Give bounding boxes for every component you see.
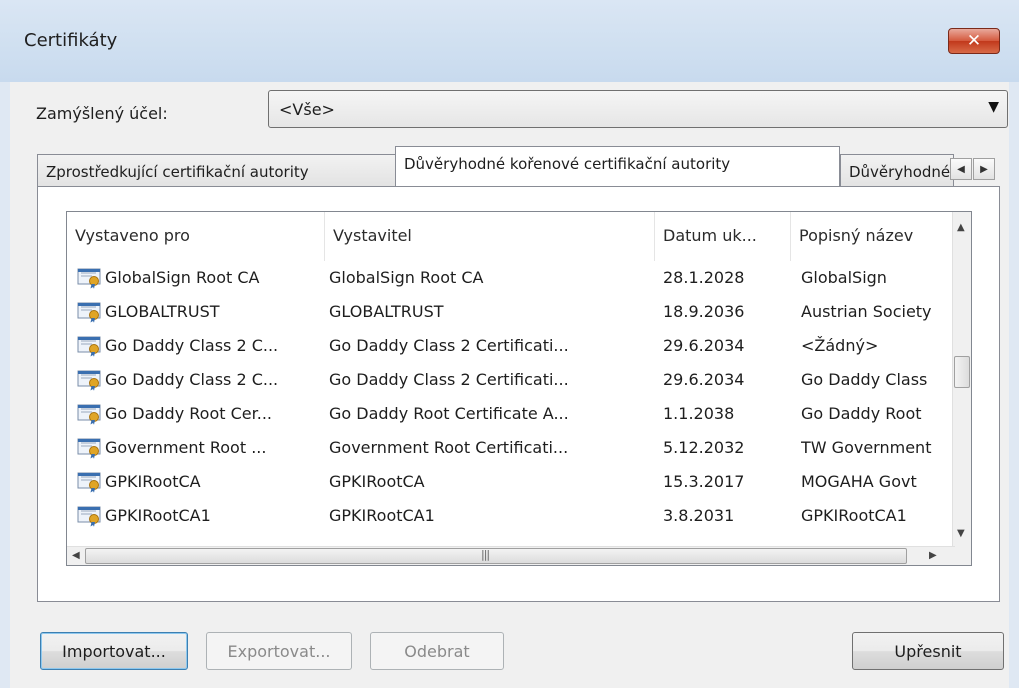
tab-label: Důvěryhodné kořenové certifikační autori…: [404, 155, 731, 173]
tab-intermediate-ca[interactable]: Zprostředkující certifikační autority: [37, 154, 397, 186]
cell-expiration: 18.9.2036: [663, 302, 745, 321]
cell-expiration: 5.12.2032: [663, 438, 745, 457]
table-row[interactable]: GPKIRootCA GPKIRootCA 15.3.2017 MOGAHA G…: [67, 465, 955, 499]
cell-friendly-name: <Žádný>: [801, 336, 879, 355]
dialog-client-area: Zamýšlený účel: <Vše> ▼ Zprostředkující …: [10, 82, 1009, 688]
tab-trusted-publishers[interactable]: Důvěryhodné: [840, 154, 954, 186]
certificate-icon: [77, 302, 101, 323]
tab-panel: Vystaveno pro Vystavitel Datum uk... Pop…: [37, 186, 1000, 602]
title-bar: Certifikáty ✕: [0, 0, 1019, 82]
table-row[interactable]: GlobalSign Root CA GlobalSign Root CA 28…: [67, 261, 955, 295]
tab-label: Zprostředkující certifikační autority: [46, 163, 309, 181]
tab-trusted-root-ca[interactable]: Důvěryhodné kořenové certifikační autori…: [395, 146, 840, 186]
list-header: Vystaveno pro Vystavitel Datum uk... Pop…: [67, 212, 955, 261]
cell-friendly-name: MOGAHA Govt: [801, 472, 917, 491]
certificate-icon: [77, 472, 101, 493]
tab-scroll-right-button[interactable]: ▶: [973, 158, 995, 180]
advanced-button[interactable]: Upřesnit: [852, 632, 1004, 670]
cell-issuer: GPKIRootCA1: [329, 506, 435, 525]
cell-issuer: GLOBALTRUST: [329, 302, 444, 321]
cell-friendly-name: GlobalSign: [801, 268, 887, 287]
vertical-scroll-thumb[interactable]: [954, 356, 970, 388]
cell-friendly-name: Go Daddy Class: [801, 370, 928, 389]
table-row[interactable]: Go Daddy Class 2 C... Go Daddy Class 2 C…: [67, 329, 955, 363]
table-row[interactable]: Go Daddy Class 2 C... Go Daddy Class 2 C…: [67, 363, 955, 397]
cell-friendly-name: Go Daddy Root: [801, 404, 922, 423]
certificate-icon: [77, 370, 101, 391]
cell-issued-to: GPKIRootCA1: [105, 506, 211, 525]
cell-issuer: Government Root Certificati...: [329, 438, 569, 457]
column-header-issued-to[interactable]: Vystaveno pro: [67, 212, 325, 261]
cell-expiration: 3.8.2031: [663, 506, 735, 525]
cell-issued-to: GLOBALTRUST: [105, 302, 220, 321]
cell-friendly-name: GPKIRootCA1: [801, 506, 907, 525]
certificate-icon: [77, 404, 101, 425]
close-button[interactable]: ✕: [948, 28, 1000, 54]
certificate-icon: [77, 336, 101, 357]
chevron-right-icon: ▶: [980, 163, 988, 175]
import-button[interactable]: Importovat...: [40, 632, 188, 670]
cell-friendly-name: TW Government: [801, 438, 932, 457]
cell-expiration: 28.1.2028: [663, 268, 745, 287]
cell-expiration: 1.1.2038: [663, 404, 735, 423]
table-row[interactable]: GLOBALTRUST GLOBALTRUST 18.9.2036 Austri…: [67, 295, 955, 329]
certificate-icon: [77, 438, 101, 459]
cell-issued-to: Go Daddy Root Cer...: [105, 404, 272, 423]
certificate-list[interactable]: Vystaveno pro Vystavitel Datum uk... Pop…: [66, 211, 972, 566]
cell-issued-to: GlobalSign Root CA: [105, 268, 260, 287]
chevron-left-icon: ◀: [957, 163, 965, 175]
certificate-icon: [77, 268, 101, 289]
horizontal-scroll-thumb[interactable]: |||: [85, 548, 907, 564]
tab-scroll-left-button[interactable]: ◀: [950, 158, 972, 180]
scroll-corner: [953, 547, 971, 565]
close-icon: ✕: [966, 31, 982, 51]
cell-issuer: GlobalSign Root CA: [329, 268, 484, 287]
certificate-icon: [77, 506, 101, 527]
scroll-right-icon[interactable]: ▶: [929, 550, 937, 561]
vertical-scrollbar[interactable]: ▲ ▼: [952, 212, 971, 548]
column-header-friendly-name[interactable]: Popisný název: [791, 212, 955, 261]
cell-expiration: 29.6.2034: [663, 370, 745, 389]
cell-issued-to: Government Root ...: [105, 438, 267, 457]
cell-issued-to: GPKIRootCA: [105, 472, 201, 491]
column-header-issuer[interactable]: Vystavitel: [325, 212, 655, 261]
cell-friendly-name: Austrian Society: [801, 302, 932, 321]
purpose-select[interactable]: <Vše> ▼: [268, 90, 1008, 128]
cell-issued-to: Go Daddy Class 2 C...: [105, 370, 279, 389]
export-button[interactable]: Exportovat...: [206, 632, 352, 670]
cell-issued-to: Go Daddy Class 2 C...: [105, 336, 279, 355]
purpose-label: Zamýšlený účel:: [36, 104, 168, 123]
table-row[interactable]: Go Daddy Root Cer... Go Daddy Root Certi…: [67, 397, 955, 431]
cell-expiration: 29.6.2034: [663, 336, 745, 355]
scroll-grip-icon: |||: [481, 548, 490, 561]
cell-issuer: Go Daddy Class 2 Certificati...: [329, 370, 569, 389]
column-header-expiration[interactable]: Datum uk...: [655, 212, 791, 261]
dropdown-arrow-icon: ▼: [988, 99, 999, 115]
scroll-up-icon[interactable]: ▲: [957, 222, 965, 233]
table-row[interactable]: GPKIRootCA1 GPKIRootCA1 3.8.2031 GPKIRoo…: [67, 499, 955, 533]
window-title: Certifikáty: [24, 30, 118, 51]
scroll-down-icon[interactable]: ▼: [957, 528, 965, 539]
remove-button[interactable]: Odebrat: [370, 632, 504, 670]
tab-label: Důvěryhodné: [849, 163, 951, 181]
horizontal-scrollbar[interactable]: ◀ ||| ▶: [67, 546, 955, 565]
purpose-selected-value: <Vše>: [279, 100, 335, 119]
cell-issuer: Go Daddy Class 2 Certificati...: [329, 336, 569, 355]
cell-issuer: GPKIRootCA: [329, 472, 425, 491]
scroll-left-icon[interactable]: ◀: [72, 550, 80, 561]
cell-issuer: Go Daddy Root Certificate A...: [329, 404, 569, 423]
cell-expiration: 15.3.2017: [663, 472, 745, 491]
table-row[interactable]: Government Root ... Government Root Cert…: [67, 431, 955, 465]
